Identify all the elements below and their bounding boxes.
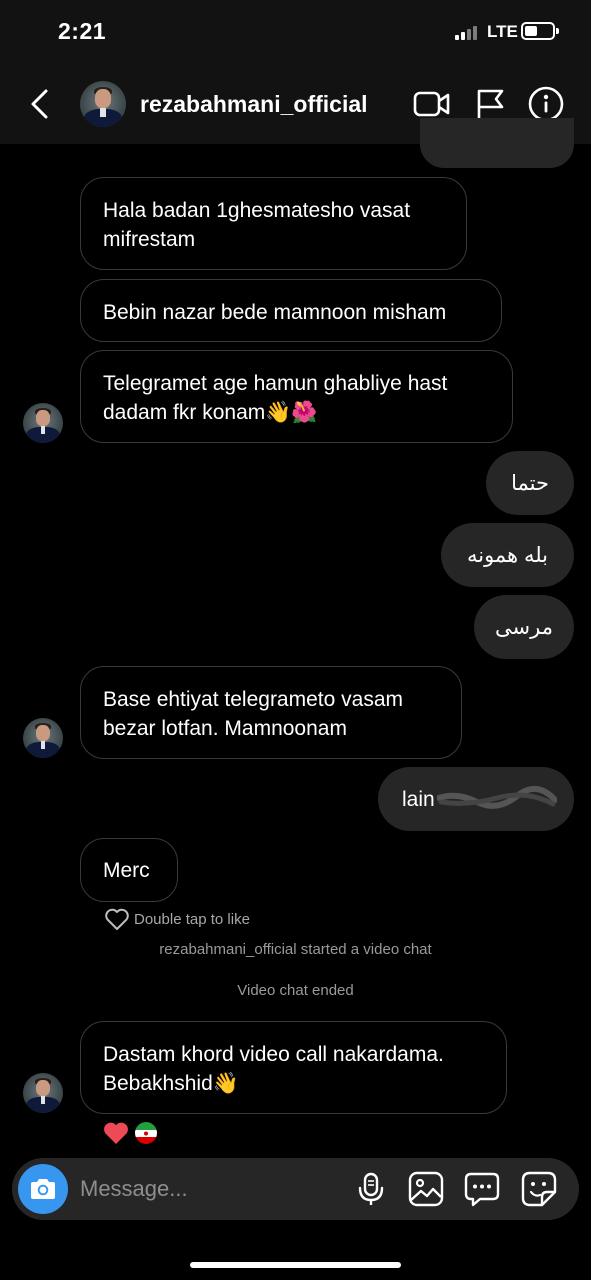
message-bubble[interactable]: Telegramet age hamun ghabliye hast dadam… <box>80 350 513 443</box>
video-camera-icon[interactable] <box>413 86 451 122</box>
message-input[interactable] <box>80 1174 340 1204</box>
message-reactions[interactable] <box>102 1120 160 1146</box>
cellular-signal-icon <box>455 26 481 40</box>
video-chat-ended-event: Video chat ended <box>237 982 354 999</box>
status-bar: 2:21 LTE <box>0 0 591 64</box>
camera-icon <box>31 1179 55 1199</box>
sender-avatar[interactable] <box>23 718 63 758</box>
message-bubble[interactable]: Base ehtiyat telegrameto vasam bezar lot… <box>80 666 462 759</box>
message-bubble[interactable]: Dastam khord video call nakardama. Bebak… <box>80 1021 507 1114</box>
message-bubble[interactable]: Bebin nazar bede mamnoon misham <box>80 279 502 342</box>
gallery-icon[interactable] <box>407 1170 445 1208</box>
chat-username[interactable]: rezabahmani_official <box>140 91 368 118</box>
microphone-icon[interactable] <box>352 1170 390 1208</box>
outgoing-message-bubble[interactable]: حتما <box>486 451 574 515</box>
message-composer <box>12 1158 579 1220</box>
home-indicator[interactable] <box>190 1262 401 1268</box>
outgoing-message-bubble[interactable]: مرسی <box>474 595 574 659</box>
chat-bubble-icon[interactable] <box>463 1170 501 1208</box>
heart-reaction-icon <box>104 1122 128 1144</box>
network-type: LTE <box>487 22 518 41</box>
back-chevron-icon[interactable] <box>24 86 56 122</box>
double-tap-label: Double tap to like <box>134 910 250 928</box>
message-text: مرسی <box>495 615 553 639</box>
sender-avatar[interactable] <box>23 403 63 443</box>
video-chat-started-event: rezabahmani_official started a video cha… <box>159 941 432 958</box>
scrolled-message-bubble <box>420 118 574 168</box>
battery-icon <box>521 22 555 40</box>
sender-avatar[interactable] <box>23 1073 63 1113</box>
camera-button[interactable] <box>18 1164 68 1214</box>
message-bubble[interactable]: Merc <box>80 838 178 902</box>
outgoing-message-bubble[interactable]: بله همونه <box>441 523 574 587</box>
status-time: 2:21 <box>58 18 107 44</box>
message-bubble[interactable]: Hala badan 1ghesmatesho vasat mifrestam <box>80 177 467 270</box>
battery-tip <box>556 28 559 34</box>
sticker-icon[interactable] <box>520 1170 558 1208</box>
double-tap-hint[interactable]: Double tap to like <box>104 906 250 932</box>
header-avatar[interactable] <box>80 81 126 127</box>
redaction-scribble <box>436 786 557 809</box>
message-text: حتما <box>511 471 549 495</box>
message-text: بله همونه <box>466 543 549 567</box>
flag-icon[interactable] <box>471 86 509 122</box>
info-icon[interactable] <box>527 86 565 122</box>
message-text: lain <box>402 787 435 811</box>
outgoing-message-bubble[interactable]: lain <box>378 767 574 831</box>
heart-outline-icon <box>105 908 129 930</box>
iran-flag-reaction-icon <box>135 1122 157 1144</box>
